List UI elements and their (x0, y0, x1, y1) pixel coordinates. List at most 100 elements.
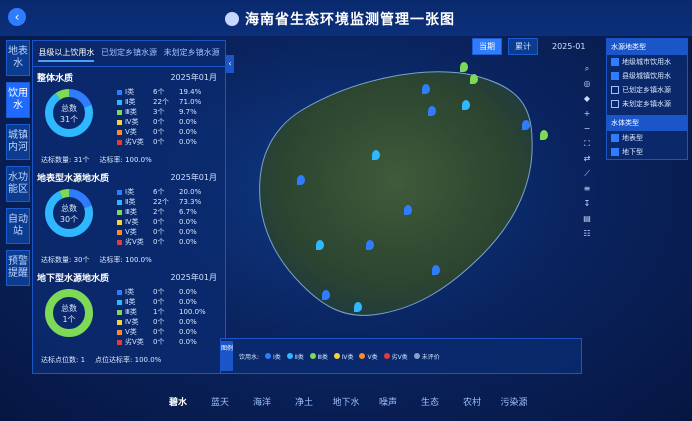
class-name: Ⅱ类 (125, 98, 136, 106)
legend: Ⅰ类 0个 0.0% Ⅱ类 0个 0.0% Ⅲ类 1个 100.0% Ⅳ类 0个 0.0% Ⅴ类… (117, 287, 217, 347)
fullscreen-icon[interactable]: ⛶ (583, 139, 592, 148)
filter-item[interactable]: 地级城市饮用水 (607, 55, 687, 69)
class-name: Ⅰ类 (125, 188, 135, 196)
legend-label: Ⅳ类 (341, 353, 354, 361)
current-period-button[interactable]: 当期 (472, 38, 502, 55)
map-time-controls: 当期 累计 2025-01 (472, 38, 585, 55)
back-icon[interactable]: ‹ (8, 8, 26, 26)
date-picker[interactable]: 2025-01 (552, 42, 585, 51)
filter-label: 县级城镇饮用水 (622, 72, 671, 80)
subtab-county[interactable]: 县级以上饮用水 (38, 47, 95, 62)
monitoring-station-pin[interactable] (522, 120, 530, 130)
nav-water[interactable]: 碧水 (157, 390, 199, 416)
class-pct: 100.0% (179, 308, 206, 316)
search-icon[interactable]: ⌕ (583, 64, 592, 73)
class-count: 3个 (153, 108, 165, 116)
monitoring-station-pin[interactable] (422, 84, 430, 94)
locate-icon[interactable]: ◎ (583, 79, 592, 88)
tab-warning[interactable]: 预警提醒 (6, 250, 30, 286)
legend-label: 未评价 (421, 353, 440, 361)
monitoring-station-pin[interactable] (366, 240, 374, 250)
checkbox[interactable] (611, 100, 619, 108)
nav-soil[interactable]: 净土 (283, 390, 325, 416)
checkbox[interactable] (611, 134, 619, 142)
footer-rate: 点位达标率: 100.0% (95, 356, 162, 364)
section-date: 2025年01月 (170, 273, 217, 282)
class-name: 劣Ⅴ类 (125, 338, 144, 346)
tab-auto-station[interactable]: 自动站 (6, 208, 30, 244)
legend-pin-icon (309, 353, 316, 359)
class-count: 0个 (153, 238, 165, 246)
tab-water-function-zone[interactable]: 水功能区 (6, 166, 30, 202)
legend-tag: 图例 (221, 341, 233, 371)
section-footer: 达标数量: 31个 达标率: 100.0% (41, 155, 152, 165)
section-title: 地下型水源地水质 (37, 274, 110, 284)
measure-icon[interactable]: ⟋ (583, 169, 592, 178)
section-ground: 地下型水源地水质 2025年01月 总数 1个 Ⅰ类 0个 0.0% Ⅱ类 0个 0.0%… (33, 267, 225, 367)
checkbox[interactable] (611, 58, 619, 66)
layers-icon[interactable]: ≡ (583, 184, 592, 193)
legend-row: 劣Ⅴ类 0个 0.0% (117, 337, 217, 347)
tab-drinking-water[interactable]: 饮用水 (6, 82, 30, 118)
map-area[interactable] (232, 40, 597, 330)
monitoring-station-pin[interactable] (470, 74, 478, 84)
legend-row: 劣Ⅴ类 0个 0.0% (117, 137, 217, 147)
swatch (117, 299, 122, 305)
nav-air[interactable]: 蓝天 (199, 390, 241, 416)
download-icon[interactable]: ↧ (583, 199, 592, 208)
hainan-island-shape (259, 71, 533, 316)
filter-item[interactable]: 县级城镇饮用水 (607, 69, 687, 83)
monitoring-station-pin[interactable] (462, 100, 470, 110)
print-icon[interactable]: ▤ (583, 214, 592, 223)
settings-icon[interactable]: ☷ (583, 229, 592, 238)
swatch (117, 289, 122, 295)
footer-count: 达标数量: 30个 (41, 256, 90, 264)
monitoring-station-pin[interactable] (297, 175, 305, 185)
monitoring-station-pin[interactable] (372, 150, 380, 160)
filter-item[interactable]: 地表型 (607, 131, 687, 145)
checkbox[interactable] (611, 86, 619, 94)
nav-noise[interactable]: 噪声 (367, 390, 409, 416)
monitoring-station-pin[interactable] (432, 265, 440, 275)
nav-ecology[interactable]: 生态 (409, 390, 451, 416)
monitoring-station-pin[interactable] (322, 290, 330, 300)
nav-rural[interactable]: 农村 (451, 390, 493, 416)
filter-label: 地下型 (622, 148, 643, 156)
monitoring-station-pin[interactable] (428, 106, 436, 116)
nav-groundwater[interactable]: 地下水 (325, 390, 367, 416)
class-name: Ⅲ类 (125, 208, 137, 216)
class-count: 2个 (153, 208, 165, 216)
monitoring-station-pin[interactable] (404, 205, 412, 215)
filter-item[interactable]: 未划定乡镇水源 (607, 97, 687, 111)
class-pct: 0.0% (179, 238, 197, 246)
legend-pin-icon (413, 353, 420, 359)
class-name: Ⅱ类 (125, 198, 136, 206)
subtab-designated[interactable]: 已划定乡镇水源 (101, 47, 157, 62)
monitoring-station-pin[interactable] (540, 130, 548, 140)
class-pct: 0.0% (179, 338, 197, 346)
swap-icon[interactable]: ⇄ (583, 154, 592, 163)
monitoring-station-pin[interactable] (460, 62, 468, 72)
class-count: 6个 (153, 188, 165, 196)
checkbox[interactable] (611, 148, 619, 156)
nav-ocean[interactable]: 海洋 (241, 390, 283, 416)
tab-surface-water[interactable]: 地表水 (6, 40, 30, 76)
bottom-nav: 碧水 蓝天 海洋 净土 地下水 噪声 生态 农村 污染源 (0, 390, 692, 416)
tab-urban-river[interactable]: 城镇内河 (6, 124, 30, 160)
filter-item[interactable]: 已划定乡镇水源 (607, 83, 687, 97)
compass-icon[interactable]: ◆ (583, 94, 592, 103)
donut-label: 总数 (61, 104, 77, 113)
subtab-undesignated[interactable]: 未划定乡镇水源 (164, 47, 220, 62)
class-pct: 71.0% (179, 98, 202, 106)
zoom-out-icon[interactable]: − (583, 124, 592, 133)
nav-pollution-source[interactable]: 污染源 (493, 390, 535, 416)
class-name: 劣Ⅴ类 (125, 138, 144, 146)
monitoring-station-pin[interactable] (354, 302, 362, 312)
zoom-in-icon[interactable]: + (583, 109, 592, 118)
monitoring-station-pin[interactable] (316, 240, 324, 250)
cumulative-button[interactable]: 累计 (508, 38, 538, 55)
swatch (117, 209, 122, 215)
legend-pin-icon (265, 353, 272, 359)
checkbox[interactable] (611, 72, 619, 80)
filter-item[interactable]: 地下型 (607, 145, 687, 159)
